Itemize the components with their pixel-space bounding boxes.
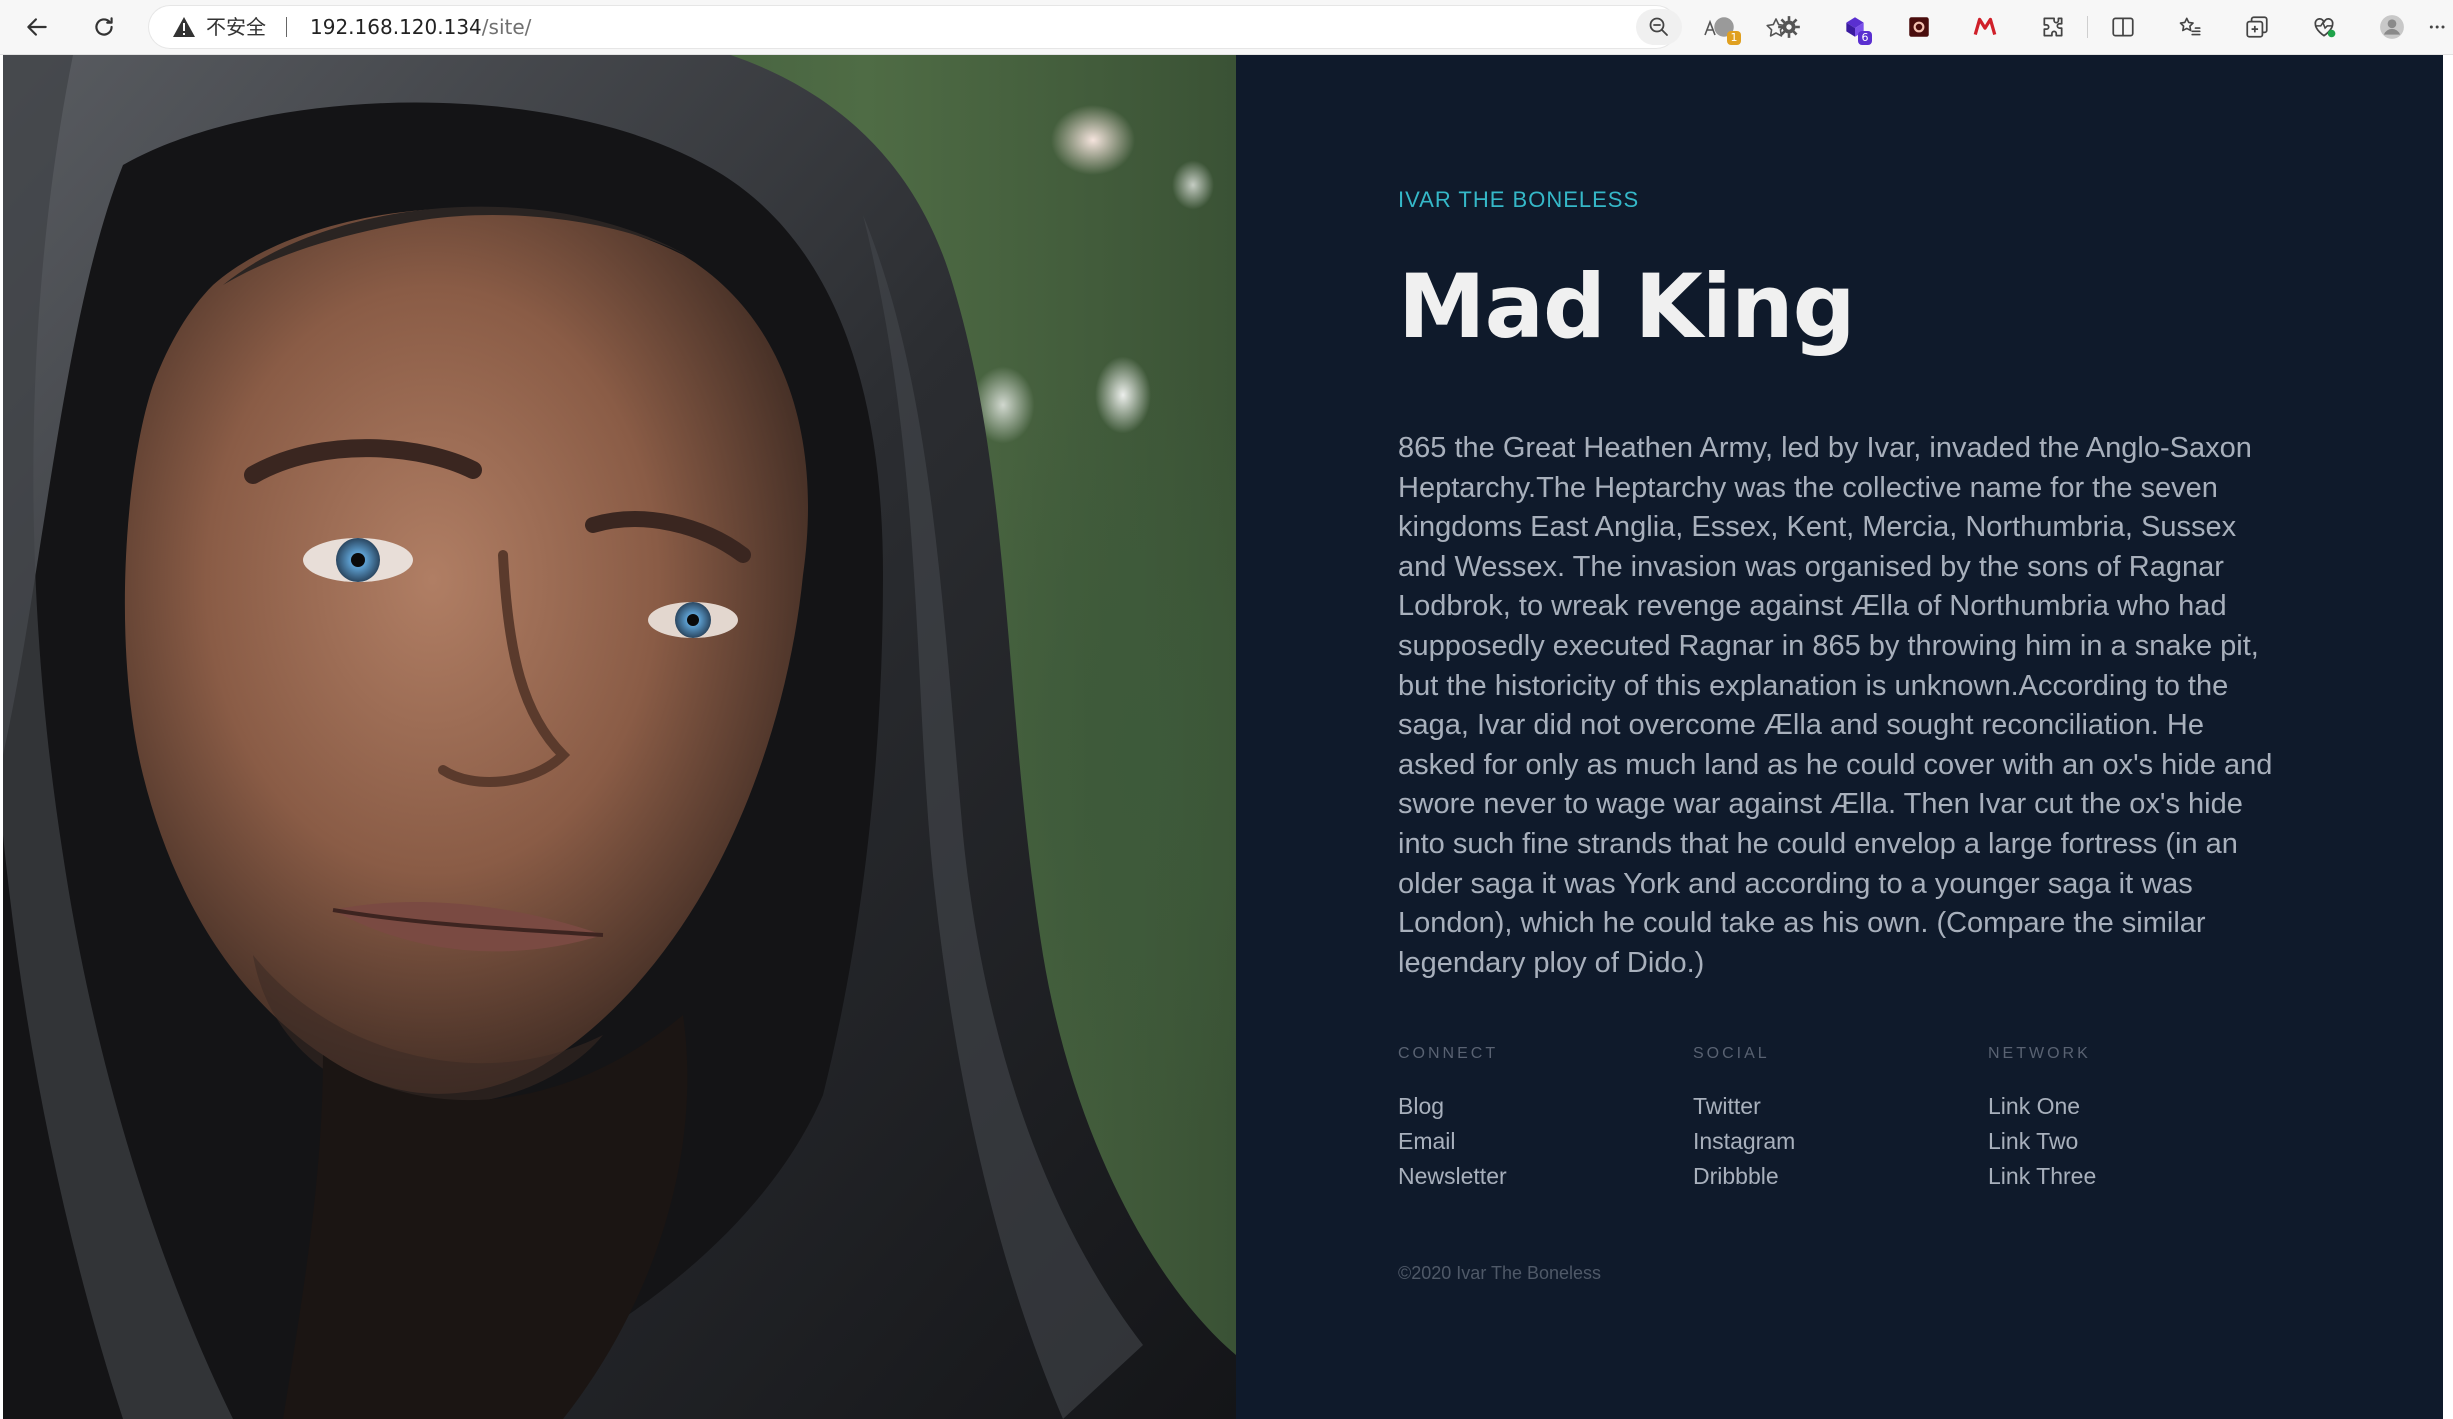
zoom-indicator[interactable] <box>1636 9 1682 45</box>
link-newsletter[interactable]: Newsletter <box>1398 1159 1678 1194</box>
footer-column-social: SOCIAL Twitter Instagram Dribbble <box>1693 1045 1973 1194</box>
extension-5-button[interactable] <box>1966 9 2004 45</box>
extension-4-button[interactable] <box>1900 9 1938 45</box>
link-three[interactable]: Link Three <box>1988 1159 2268 1194</box>
avatar-icon <box>2380 15 2404 39</box>
article-body: 865 the Great Heathen Army, led by Ivar,… <box>1398 432 2273 979</box>
split-screen-button[interactable] <box>2104 9 2142 45</box>
link-instagram[interactable]: Instagram <box>1693 1124 1973 1159</box>
insecure-label[interactable]: 不安全 <box>206 16 266 38</box>
extension-1-badge: 1 <box>1727 31 1741 45</box>
column-heading: NETWORK <box>1988 1045 2091 1062</box>
address-bar[interactable]: 不安全 192.168.120.134/site/ <box>148 5 1786 49</box>
heart-pulse-icon <box>2314 18 2336 38</box>
back-button[interactable] <box>18 8 56 46</box>
collections-button[interactable] <box>2238 9 2276 45</box>
reload-icon <box>95 17 113 36</box>
toolbar-divider <box>2087 16 2088 38</box>
url-host: 192.168.120.134 <box>310 15 482 39</box>
profile-button[interactable] <box>2373 9 2411 45</box>
favorites-list-icon <box>2179 17 2201 36</box>
more-dots-icon <box>2429 25 2445 29</box>
eyebrow-label: IVAR THE BONELESS <box>1398 187 1640 212</box>
puzzle-icon <box>2043 17 2063 37</box>
extension-1-button[interactable]: 1 <box>1705 9 1743 45</box>
browser-essentials-button[interactable] <box>2305 9 2343 45</box>
link-email[interactable]: Email <box>1398 1124 1678 1159</box>
footer-column-connect: CONNECT Blog Email Newsletter <box>1398 1045 1678 1194</box>
hero-image <box>3 55 1236 1419</box>
extensions-button[interactable] <box>2034 9 2072 45</box>
zoom-out-icon <box>1649 17 1668 36</box>
reload-button[interactable] <box>85 8 123 46</box>
favorites-button[interactable] <box>2171 9 2209 45</box>
arrow-left-icon <box>27 18 47 36</box>
gear-icon <box>1778 16 1800 38</box>
split-screen-icon <box>2112 17 2134 37</box>
extension-2-button[interactable] <box>1770 9 1808 45</box>
extension-3-badge: 6 <box>1858 31 1872 45</box>
more-menu-button[interactable] <box>2428 9 2448 45</box>
column-heading: CONNECT <box>1398 1045 1499 1062</box>
link-two[interactable]: Link Two <box>1988 1124 2268 1159</box>
link-blog[interactable]: Blog <box>1398 1089 1678 1124</box>
browser-toolbar: 不安全 192.168.120.134/site/ 1 6 <box>0 0 2453 55</box>
link-one[interactable]: Link One <box>1988 1089 2268 1124</box>
hooded-portrait-image <box>3 55 1236 1419</box>
warning-icon <box>173 17 195 37</box>
url-path: /site/ <box>481 15 532 39</box>
url-text[interactable]: 192.168.120.134/site/ <box>310 16 531 38</box>
m-logo-icon <box>1973 17 1997 36</box>
collections-icon <box>2246 16 2268 38</box>
page: IVAR THE BONELESS Mad King 865 the Great… <box>3 55 2443 1419</box>
copyright: ©2020 Ivar The Boneless <box>1398 1263 1602 1283</box>
address-divider <box>286 17 287 37</box>
page-title: Mad King <box>1398 255 1856 358</box>
footer-column-network: NETWORK Link One Link Two Link Three <box>1988 1045 2268 1194</box>
column-heading: SOCIAL <box>1693 1045 1770 1062</box>
link-dribbble[interactable]: Dribbble <box>1693 1159 1973 1194</box>
red-square-icon <box>1909 17 1929 37</box>
link-twitter[interactable]: Twitter <box>1693 1089 1973 1124</box>
extension-3-button[interactable]: 6 <box>1836 9 1874 45</box>
